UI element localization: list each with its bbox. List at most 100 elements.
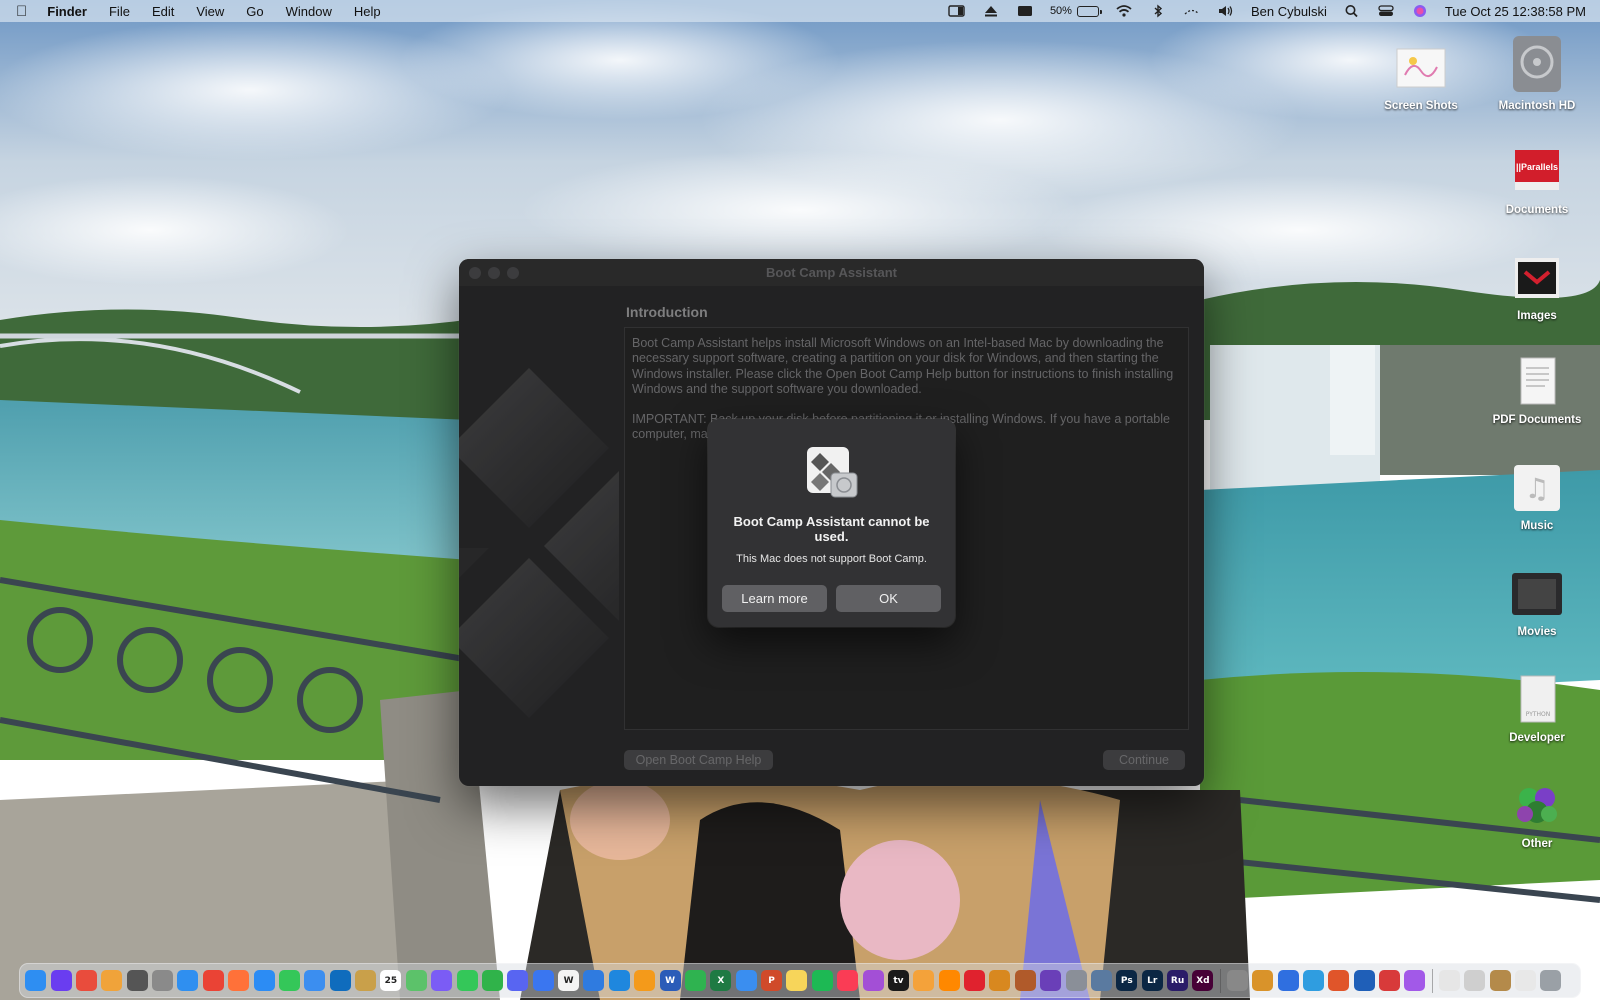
dock-archive-folder-icon[interactable] [1489, 970, 1511, 991]
alert-title: Boot Camp Assistant cannot be used. [733, 514, 930, 544]
dock-other-app-icon[interactable] [1353, 970, 1375, 991]
dock-numbers-icon[interactable] [684, 970, 706, 991]
learn-more-button[interactable]: Learn more [722, 585, 827, 612]
svg-text:PYTHON: PYTHON [1526, 711, 1551, 718]
dock-downloads-stack-icon[interactable] [1514, 970, 1536, 991]
dock-xd-icon[interactable]: Xd [1192, 970, 1214, 991]
dock-excel-icon[interactable]: X [710, 970, 732, 991]
desktop-icon-movies[interactable]: Movies [1487, 566, 1587, 638]
dock-preview-icon[interactable] [1252, 970, 1274, 991]
dock-vlc-icon[interactable] [938, 970, 960, 991]
menubar-clock[interactable]: Tue Oct 25 12:38:58 PM [1445, 4, 1586, 19]
dock-creative-cloud-icon[interactable] [1226, 970, 1248, 991]
dock-signal-icon[interactable] [532, 970, 554, 991]
dock-lightroom-icon[interactable]: Lr [1141, 970, 1163, 991]
ok-button[interactable]: OK [836, 585, 941, 612]
dock-screenshot-app-icon[interactable] [1464, 970, 1486, 991]
dock-xcode-icon[interactable] [1277, 970, 1299, 991]
dock-trash-icon[interactable] [1540, 970, 1562, 991]
dock-vscode-icon[interactable] [608, 970, 630, 991]
desktop-icon-documents[interactable]: ||Parallels Documents [1487, 144, 1587, 216]
dock-calculator-icon[interactable] [126, 970, 148, 991]
dock-wikipedia-icon[interactable]: W [558, 970, 580, 991]
dock-game-app-icon[interactable] [1014, 970, 1036, 991]
dock-launchpad-icon[interactable] [75, 970, 97, 991]
dock-calendar-icon[interactable]: 25 [380, 970, 402, 991]
dock-chrome-icon[interactable] [202, 970, 224, 991]
menu-file[interactable]: File [109, 4, 130, 19]
dock-network-icon[interactable] [1302, 970, 1324, 991]
volume-icon[interactable] [1217, 4, 1235, 18]
dock-finder-icon[interactable] [25, 970, 47, 991]
dock-music-icon[interactable] [837, 970, 859, 991]
dock-powerpoint-icon[interactable]: P [761, 970, 783, 991]
dock-feedback-icon[interactable] [1404, 970, 1426, 991]
wifi-icon[interactable] [1115, 4, 1133, 18]
dock-notes-icon[interactable] [786, 970, 808, 991]
dock-screens-icon[interactable] [583, 970, 605, 991]
dock-migration-icon[interactable] [1090, 970, 1112, 991]
battery-status[interactable]: 50% [1050, 5, 1102, 17]
desktop-icon-other[interactable]: Other [1487, 778, 1587, 850]
apple-menu-icon[interactable]:  [16, 3, 27, 20]
menu-view[interactable]: View [196, 4, 224, 19]
dock-github-desktop-icon[interactable] [1040, 970, 1062, 991]
desktop-icon-macintosh-hd[interactable]: Macintosh HD [1487, 32, 1587, 112]
dock-audio-app-icon[interactable] [989, 970, 1011, 991]
dock-photoshop-icon[interactable]: Ps [1116, 970, 1138, 991]
control-center-icon[interactable] [1377, 4, 1395, 18]
dock-facetime-alt-icon[interactable] [278, 970, 300, 991]
display-mirror-icon[interactable] [948, 4, 966, 18]
dock-preview-folder-icon[interactable] [1438, 970, 1460, 991]
desktop-icon-pdf-documents[interactable]: PDF Documents [1487, 354, 1587, 426]
menu-go[interactable]: Go [246, 4, 263, 19]
dock-mail-icon[interactable] [304, 970, 326, 991]
menu-window[interactable]: Window [286, 4, 332, 19]
window-titlebar[interactable]: Boot Camp Assistant [459, 259, 1204, 286]
desktop-icon-label: Documents [1505, 204, 1569, 216]
user-name[interactable]: Ben Cybulski [1251, 4, 1327, 19]
dock-opera-icon[interactable] [964, 970, 986, 991]
eject-icon[interactable] [982, 4, 1000, 18]
spotlight-search-icon[interactable] [1343, 4, 1361, 18]
desktop-icon-images[interactable]: Images [1487, 250, 1587, 322]
menu-app-name[interactable]: Finder [47, 4, 87, 19]
menu-help[interactable]: Help [354, 4, 381, 19]
dock-notes-app-icon[interactable] [355, 970, 377, 991]
menu-edit[interactable]: Edit [152, 4, 174, 19]
dock-parallels-icon[interactable] [1328, 970, 1350, 991]
documents-stack-icon: ||Parallels [1509, 144, 1565, 200]
dock-photos-icon[interactable] [101, 970, 123, 991]
dock-keynote-icon[interactable] [735, 970, 757, 991]
dock-outlook-icon[interactable] [329, 970, 351, 991]
desktop-icon-screen-shots[interactable]: Screen Shots [1371, 40, 1471, 112]
dock-photo-booth-icon[interactable] [1379, 970, 1401, 991]
dock-spotify-icon[interactable] [811, 970, 833, 991]
dock-maps-icon[interactable] [405, 970, 427, 991]
dock-siri-icon[interactable] [50, 970, 72, 991]
time-machine-icon[interactable] [1183, 4, 1201, 18]
dock-discord-icon[interactable] [507, 970, 529, 991]
images-stack-icon [1509, 250, 1565, 306]
dock-messages-icon[interactable] [456, 970, 478, 991]
dock-rush-icon[interactable]: Ru [1167, 970, 1189, 991]
clapper-icon[interactable] [1016, 4, 1034, 18]
dock-pages-icon[interactable] [634, 970, 656, 991]
dock-firefox-icon[interactable] [228, 970, 250, 991]
desktop-icon-music[interactable]: ♫ Music [1487, 460, 1587, 532]
dock-utility-icon[interactable] [1065, 970, 1087, 991]
dock-system-preferences-icon[interactable] [152, 970, 174, 991]
dock-messenger-2-icon[interactable] [431, 970, 453, 991]
siri-icon[interactable] [1411, 4, 1429, 18]
dock-facetime-icon[interactable] [481, 970, 503, 991]
dock-vlc-alt-icon[interactable] [913, 970, 935, 991]
dock-safari-icon[interactable] [177, 970, 199, 991]
dock-messenger-icon[interactable] [253, 970, 275, 991]
open-boot-camp-help-button[interactable]: Open Boot Camp Help [624, 750, 773, 770]
dock-podcasts-icon[interactable] [862, 970, 884, 991]
continue-button[interactable]: Continue [1103, 750, 1185, 770]
desktop-icon-developer[interactable]: PYTHON Developer [1487, 672, 1587, 744]
dock-word-icon[interactable]: W [659, 970, 681, 991]
dock-apple-tv-icon[interactable]: tv [887, 970, 909, 991]
bluetooth-icon[interactable] [1149, 4, 1167, 18]
